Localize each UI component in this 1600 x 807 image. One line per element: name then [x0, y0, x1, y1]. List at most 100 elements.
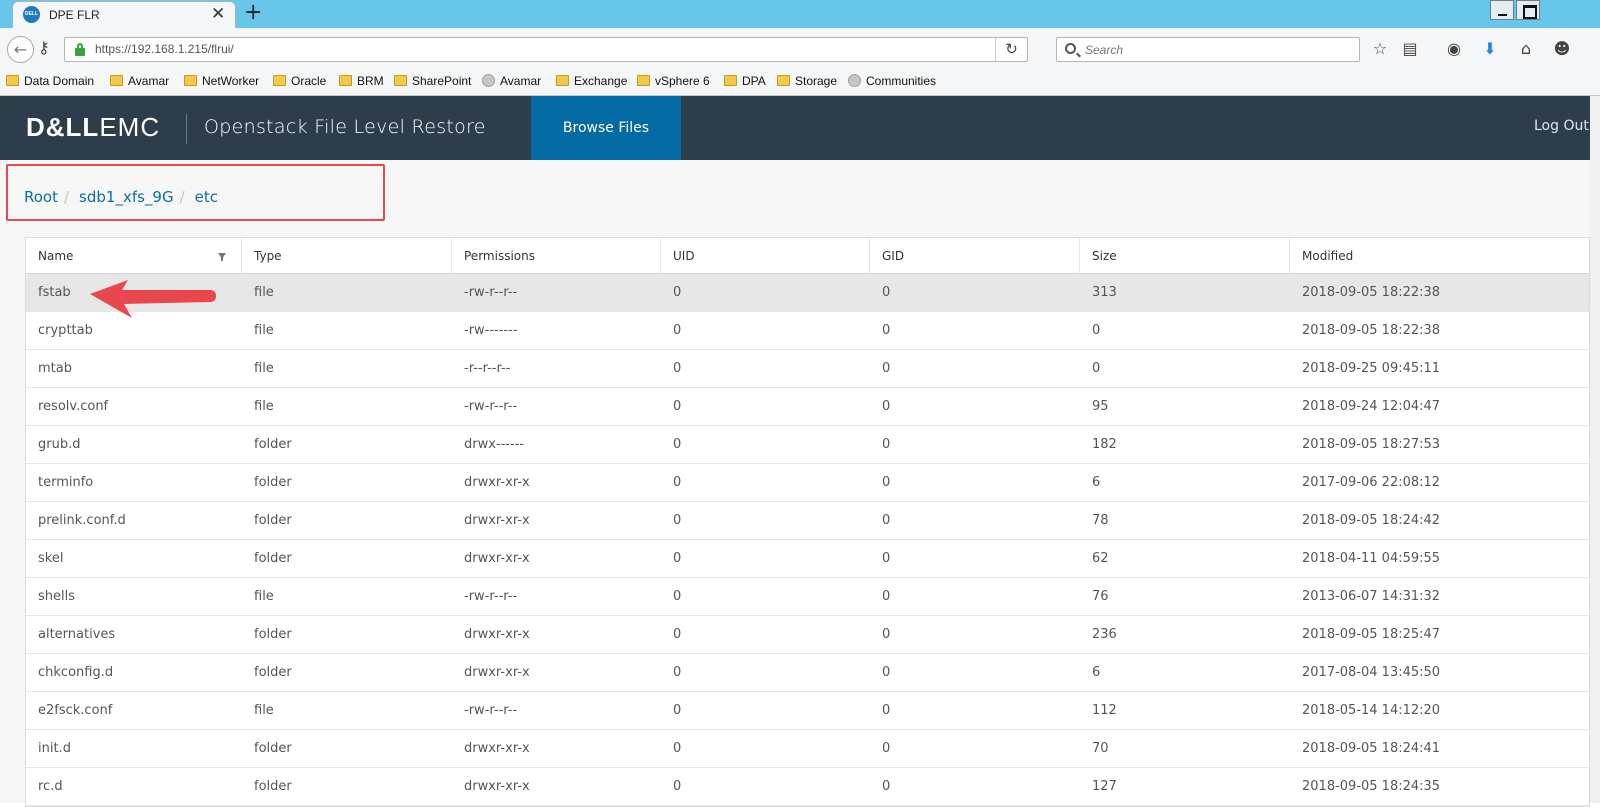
column-header-permissions[interactable]: Permissions: [452, 238, 661, 274]
table-row[interactable]: init.d folder drwxr-xr-x 0 0 70 2018-09-05 18:…: [26, 730, 1589, 768]
bookmark-label: DPA: [742, 74, 766, 88]
table-row[interactable]: mtab file -r--r--r-- 0 0 0 2018-09-25 09:45:11: [26, 350, 1589, 388]
cell-name[interactable]: rc.d: [26, 768, 63, 806]
table-row[interactable]: chkconfig.d folder drwxr-xr-x 0 0 6 2017-08-04…: [26, 654, 1589, 692]
cell-name[interactable]: grub.d: [26, 426, 80, 464]
url-text[interactable]: https://192.168.1.215/flrui/: [95, 42, 234, 56]
minimize-window-button[interactable]: [1490, 0, 1514, 20]
bookmark-item[interactable]: DPA: [724, 74, 766, 90]
table-row[interactable]: alternatives folder drwxr-xr-x 0 0 236 2018-09…: [26, 616, 1589, 654]
restore-window-button[interactable]: [1516, 0, 1540, 20]
nav-browse-files[interactable]: Browse Files: [531, 96, 681, 160]
table-row[interactable]: shells file -rw-r--r-- 0 0 76 2013-06-07 14:31…: [26, 578, 1589, 616]
search-placeholder[interactable]: Search: [1085, 43, 1123, 57]
column-header-modified[interactable]: Modified: [1290, 238, 1590, 274]
cell-name[interactable]: alternatives: [26, 616, 115, 654]
cell-uid: 0: [673, 551, 682, 566]
browser-title-bar: DELL DPE FLR ✕ +: [0, 0, 1600, 28]
bookmark-label: Storage: [795, 74, 838, 88]
address-bar[interactable]: https://192.168.1.215/flrui/ ↻: [64, 37, 1028, 62]
column-header-size[interactable]: Size: [1080, 238, 1290, 274]
breadcrumb: Root / sdb1_xfs_9G / etc: [24, 188, 218, 206]
breadcrumb-separator: /: [179, 188, 185, 206]
cell-name[interactable]: prelink.conf.d: [26, 502, 126, 540]
cell-name[interactable]: mtab: [26, 350, 72, 388]
cell-type: folder: [254, 627, 292, 642]
cell-name[interactable]: e2fsck.conf: [26, 692, 112, 730]
cell-name[interactable]: terminfo: [26, 464, 93, 502]
column-header-name[interactable]: Name: [26, 238, 242, 274]
bookmark-item[interactable]: Oracle: [273, 74, 326, 90]
cell-permissions: -rw-r--r--: [464, 399, 518, 414]
star-bookmark-icon[interactable]: ☆: [1370, 39, 1390, 59]
cell-modified: 2018-09-05 18:24:41: [1302, 741, 1441, 756]
cell-name[interactable]: skel: [26, 540, 63, 578]
table-row[interactable]: skel folder drwxr-xr-x 0 0 62 2018-04-11 04:59…: [26, 540, 1589, 578]
cell-permissions: drwx------: [464, 437, 525, 452]
table-row[interactable]: grub.d folder drwx------ 0 0 182 2018-09-05 18…: [26, 426, 1589, 464]
breadcrumb-root[interactable]: Root: [24, 188, 58, 206]
bookmark-item[interactable]: NetWorker: [184, 74, 259, 90]
download-icon[interactable]: ⬇: [1480, 39, 1500, 59]
column-header-gid[interactable]: GID: [870, 238, 1080, 274]
cell-name[interactable]: init.d: [26, 730, 71, 768]
bookmark-item[interactable]: Avamar: [482, 74, 541, 90]
browser-tab[interactable]: DELL DPE FLR ✕: [12, 1, 236, 28]
cell-uid: 0: [673, 741, 682, 756]
folder-icon: [556, 75, 569, 86]
logout-link[interactable]: Log Out: [1534, 118, 1589, 134]
new-tab-button[interactable]: +: [244, 1, 262, 25]
bookmark-item[interactable]: Avamar: [110, 74, 169, 90]
cell-gid: 0: [882, 703, 891, 718]
cell-name[interactable]: crypttab: [26, 312, 93, 350]
cell-modified: 2018-09-05 18:24:35: [1302, 779, 1441, 794]
bookmark-item[interactable]: Data Domain: [6, 74, 94, 90]
cell-size: 0: [1092, 323, 1101, 338]
cell-name[interactable]: shells: [26, 578, 75, 616]
files-table: Name Type Permissions UID GID Size Modif…: [25, 237, 1590, 807]
table-row[interactable]: fstab file -rw-r--r-- 0 0 313 2018-09-05 18:22…: [26, 274, 1589, 312]
table-row[interactable]: terminfo folder drwxr-xr-x 0 0 6 2017-09-06 22…: [26, 464, 1589, 502]
logo-dell-text: D&LL: [26, 112, 100, 142]
table-row[interactable]: rc.d folder drwxr-xr-x 0 0 127 2018-09-05 18:2…: [26, 768, 1589, 806]
cell-permissions: drwxr-xr-x: [464, 513, 530, 528]
key-icon[interactable]: ⚷: [38, 38, 50, 57]
table-row[interactable]: resolv.conf file -rw-r--r-- 0 0 95 2018-09-24 …: [26, 388, 1589, 426]
cell-name[interactable]: fstab: [26, 274, 71, 312]
cell-size: 78: [1092, 513, 1109, 528]
table-row[interactable]: e2fsck.conf file -rw-r--r-- 0 0 112 2018-05-14…: [26, 692, 1589, 730]
bookmark-item[interactable]: Communities: [848, 74, 936, 90]
cell-name[interactable]: chkconfig.d: [26, 654, 113, 692]
table-row[interactable]: prelink.conf.d folder drwxr-xr-x 0 0 78 2018-0…: [26, 502, 1589, 540]
cell-permissions: drwxr-xr-x: [464, 779, 530, 794]
breadcrumb-partition[interactable]: sdb1_xfs_9G: [79, 188, 174, 206]
search-input[interactable]: Search: [1056, 37, 1360, 62]
column-header-uid[interactable]: UID: [661, 238, 870, 274]
pocket-icon[interactable]: ◉: [1444, 39, 1464, 59]
cell-permissions: -rw-r--r--: [464, 589, 518, 604]
table-row[interactable]: crypttab file -rw------- 0 0 0 2018-09-05 18:2…: [26, 312, 1589, 350]
bookmark-item[interactable]: Exchange: [556, 74, 627, 90]
bookmark-item[interactable]: BRM: [339, 74, 384, 90]
cell-size: 70: [1092, 741, 1109, 756]
reading-list-icon[interactable]: ▤: [1400, 39, 1420, 59]
folder-icon: [339, 75, 352, 86]
smiley-icon[interactable]: ☻: [1552, 39, 1572, 59]
reload-icon[interactable]: ↻: [995, 38, 1027, 61]
back-button[interactable]: ←: [7, 36, 34, 63]
breadcrumb-current[interactable]: etc: [195, 188, 218, 206]
cell-uid: 0: [673, 589, 682, 604]
home-icon[interactable]: ⌂: [1516, 39, 1536, 59]
cell-modified: 2018-09-05 18:22:38: [1302, 323, 1441, 338]
bookmark-item[interactable]: SharePoint: [394, 74, 471, 90]
bookmark-item[interactable]: vSphere 6: [637, 74, 710, 90]
bookmark-item[interactable]: Storage: [777, 74, 837, 90]
folder-icon: [184, 75, 197, 86]
folder-icon: [273, 75, 286, 86]
tab-close-icon[interactable]: ✕: [211, 4, 225, 24]
cell-name[interactable]: resolv.conf: [26, 388, 108, 426]
filter-icon[interactable]: [218, 253, 226, 261]
cell-gid: 0: [882, 513, 891, 528]
page-scrollbar[interactable]: [1590, 96, 1600, 803]
column-header-type[interactable]: Type: [242, 238, 452, 274]
